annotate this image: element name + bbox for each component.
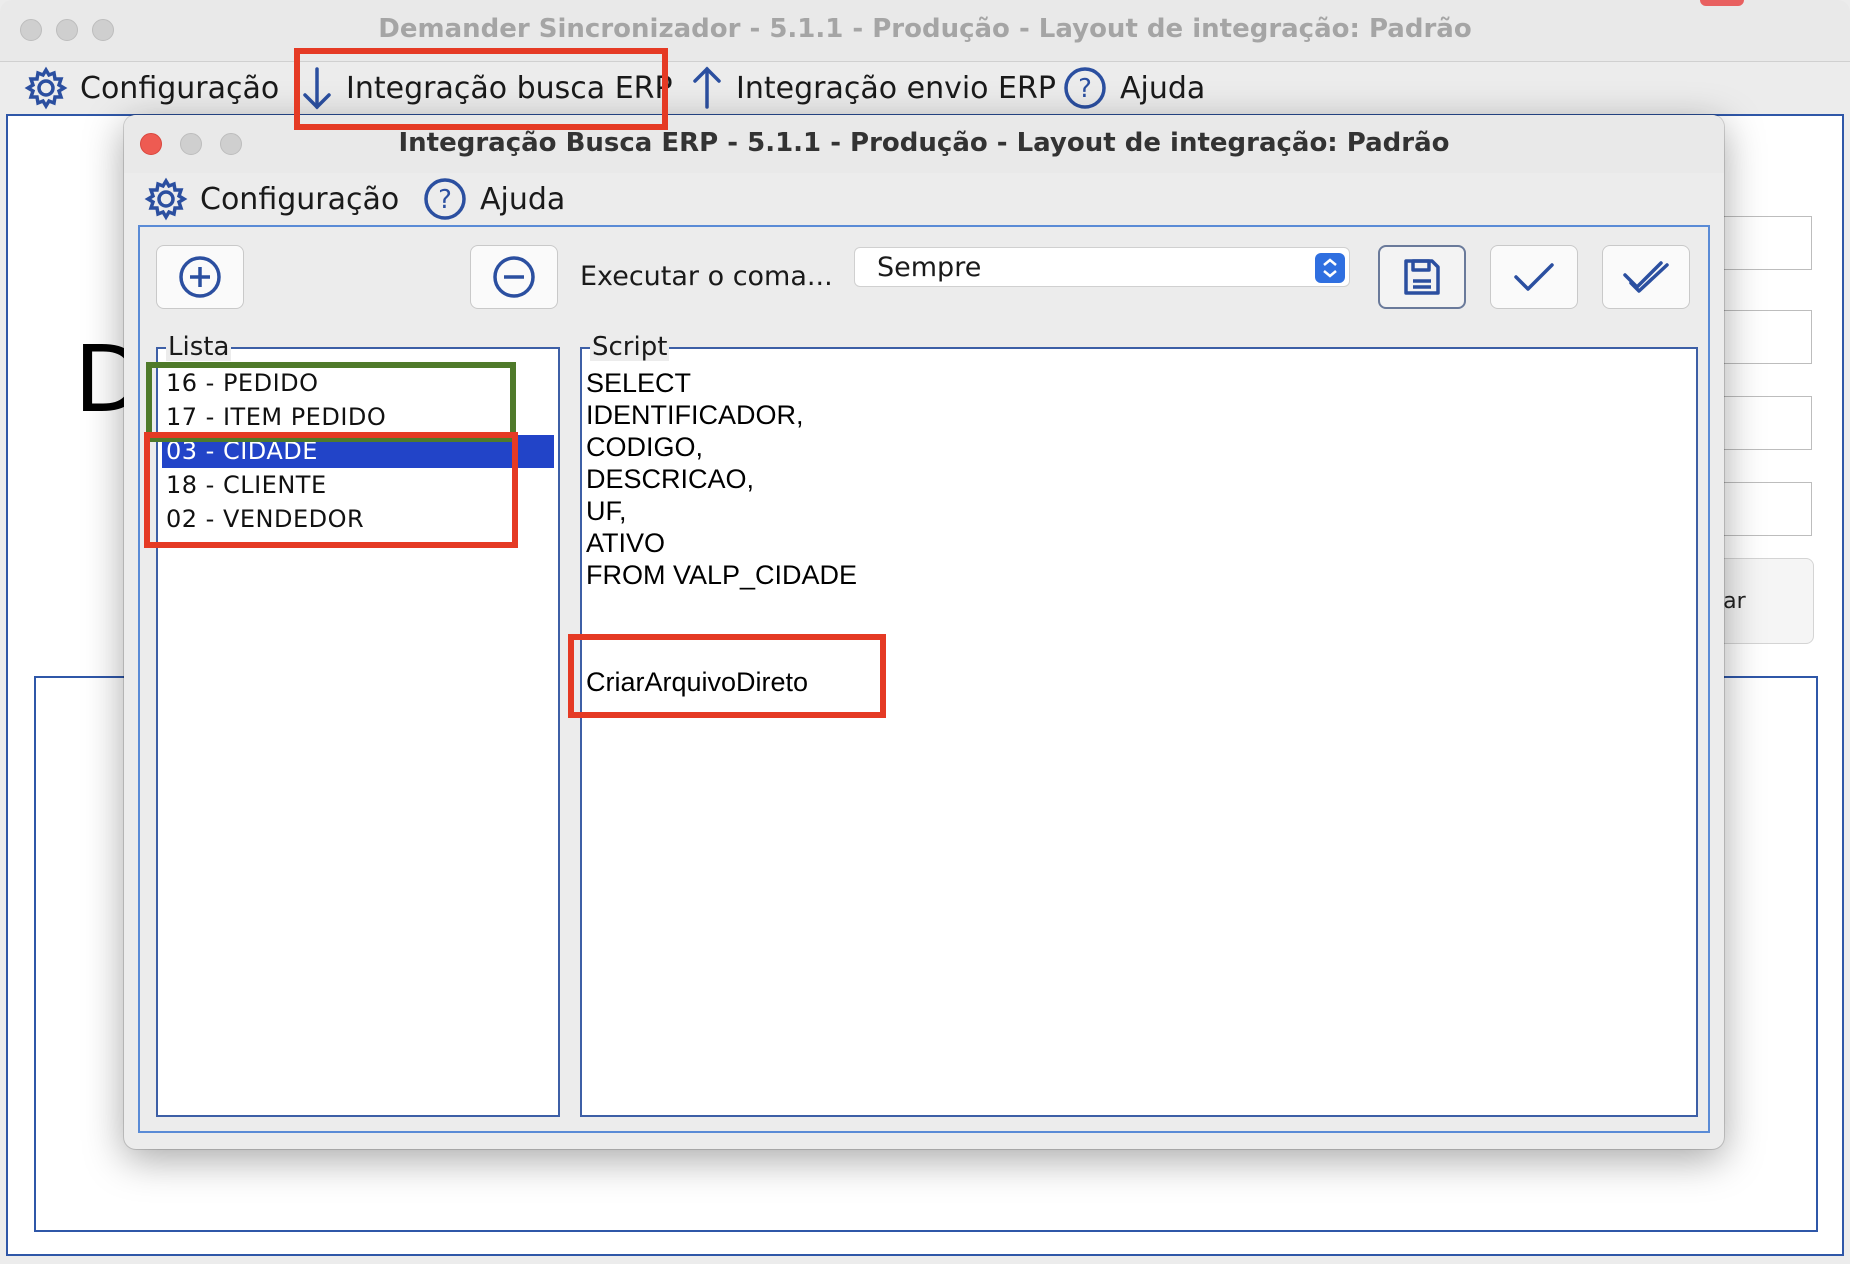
menu-label: Ajuda [480,181,566,217]
main-menubar: Configuração Integração busca ERP Integr… [0,62,1850,114]
lista-title: Lista [166,332,232,362]
background-field[interactable] [1716,396,1812,450]
exec-command-label: Executar o coma... [580,261,833,292]
script-group[interactable]: Script SELECT IDENTIFICADOR, CODIGO, DES… [580,333,1698,1117]
arrow-up-icon [693,66,721,109]
help-icon: ? [424,178,466,220]
help-icon: ? [1064,67,1106,109]
menu-integracao-busca-erp[interactable]: Integração busca ERP [300,62,673,114]
save-button[interactable] [1378,245,1466,309]
dialog-titlebar: Integração Busca ERP - 5.1.1 - Produção … [124,115,1724,173]
list-item[interactable]: 18 - CLIENTE [162,469,554,502]
menu-configuracao[interactable]: Configuração [24,62,279,114]
double-check-icon [1623,261,1669,293]
lista-group: Lista 16 - PEDIDO 17 - ITEM PEDIDO 03 - … [156,333,560,1117]
dialog-menu-configuracao[interactable]: Configuração [144,173,399,225]
dialog-panel: Executar o coma... Sempre Lista 16 - PED… [138,225,1710,1133]
menu-label: Configuração [200,181,400,217]
window-corner-decoration [1700,0,1744,6]
background-field[interactable] [1716,216,1812,270]
dialog-menubar: Configuração ? Ajuda [124,173,1724,225]
dialog-title: Integração Busca ERP - 5.1.1 - Produção … [398,128,1450,158]
exec-command-value: Sempre [877,251,982,283]
remove-button[interactable] [470,245,558,309]
background-field[interactable] [1716,310,1812,364]
script-editor-text[interactable]: SELECT IDENTIFICADOR, CODIGO, DESCRICAO,… [586,367,857,591]
gear-icon [24,66,68,110]
menu-label: Ajuda [1120,70,1206,106]
minus-circle-icon [493,256,535,298]
dialog-menu-ajuda[interactable]: ? Ajuda [422,173,565,225]
menu-label: Configuração [80,70,280,106]
check-icon [1514,263,1554,291]
svg-text:?: ? [1078,74,1092,104]
menu-integracao-envio-erp[interactable]: Integração envio ERP [690,62,1056,114]
floppy-icon [1404,259,1440,295]
svg-text:?: ? [438,185,452,215]
confirm-button[interactable] [1490,245,1578,309]
gear-icon [144,177,188,221]
integracao-busca-dialog: Integração Busca ERP - 5.1.1 - Produção … [124,115,1724,1149]
main-titlebar: Demander Sincronizador - 5.1.1 - Produçã… [0,0,1850,62]
list-item[interactable]: 17 - ITEM PEDIDO [162,401,554,434]
plus-circle-icon [179,256,221,298]
background-field[interactable] [1716,482,1812,536]
menu-label: Integração envio ERP [736,70,1056,106]
arrow-down-icon [303,67,331,110]
exec-command-select[interactable]: Sempre [854,247,1350,287]
list-item[interactable]: 16 - PEDIDO [162,367,554,400]
menu-ajuda[interactable]: ? Ajuda [1062,62,1205,114]
list-item[interactable]: 02 - VENDEDOR [162,503,554,536]
add-button[interactable] [156,245,244,309]
script-extra-command[interactable]: CriarArquivoDireto [586,667,808,698]
list-item-selected[interactable]: 03 - CIDADE [162,435,554,468]
menu-label: Integração busca ERP [346,70,673,106]
script-title: Script [590,332,670,362]
confirm-all-button[interactable] [1602,245,1690,309]
window-title: Demander Sincronizador - 5.1.1 - Produçã… [378,14,1472,44]
chevron-updown-icon [1315,253,1345,283]
